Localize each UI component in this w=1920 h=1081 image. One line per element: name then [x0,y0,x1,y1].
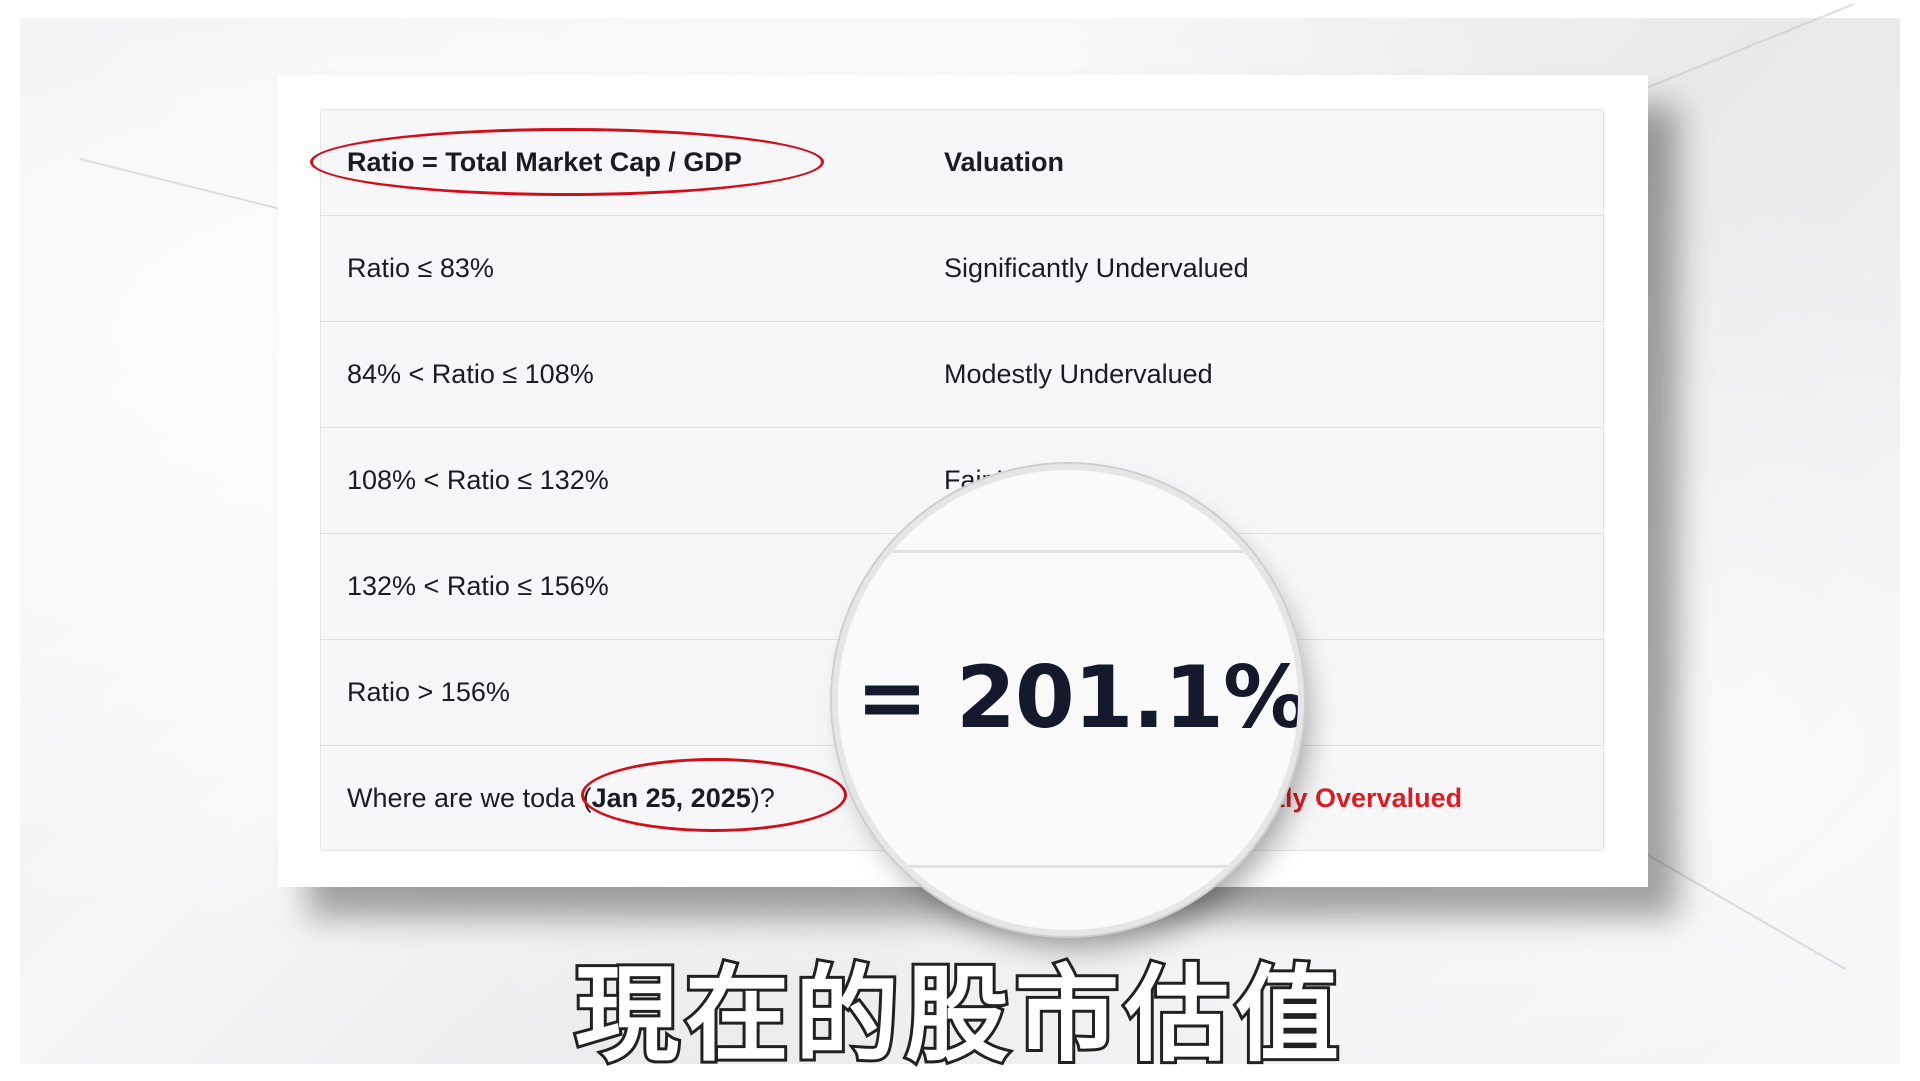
table-row: Ratio ≤ 83% Significantly Undervalued [321,216,1603,322]
row-ratio: 132% < Ratio ≤ 156% [347,571,609,601]
video-frame: Ratio = Total Market Cap / GDP Valuation… [0,0,1920,1080]
today-result: tly Overvalued [1276,783,1463,813]
zoomed-value: = 201.1%, [856,648,1298,748]
row-valuation: Significantly Undervalued [944,253,1249,283]
table-row: 84% < Ratio ≤ 108% Modestly Undervalued [321,322,1603,428]
magnifier-lens: = 201.1%, S [838,470,1298,930]
row-ratio: 84% < Ratio ≤ 108% [347,359,594,389]
row-valuation: Modestly Undervalued [944,359,1213,389]
today-prefix: Where are we toda [347,783,576,813]
header-highlight-ellipse [310,128,824,196]
zoom-row-divider [838,550,1298,553]
zoomed-ratio-value: = 201.1%, S [856,648,1298,748]
row-ratio: Ratio ≤ 83% [347,253,494,283]
header-valuation: Valuation [944,147,1065,177]
date-highlight-ellipse [581,758,847,832]
zoom-row-divider [838,865,1298,868]
video-subtitle: 現在的股市估值 [572,951,1345,1079]
row-ratio: Ratio > 156% [347,677,510,707]
row-ratio: 108% < Ratio ≤ 132% [347,465,609,495]
